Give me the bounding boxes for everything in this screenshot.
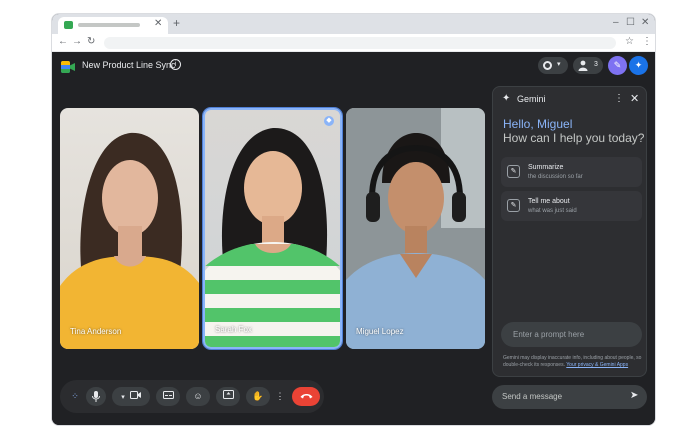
tab-close-icon[interactable]: ✕ bbox=[154, 18, 162, 29]
pen-spark-icon: ✎ bbox=[613, 60, 622, 70]
meet-logo-icon bbox=[61, 61, 75, 73]
emoji-button[interactable]: ☺ bbox=[186, 387, 210, 406]
gemini-spark-icon: ✦ bbox=[502, 93, 511, 104]
record-icon bbox=[543, 61, 552, 70]
participant-name: Miguel Lopez bbox=[356, 327, 404, 336]
mic-button[interactable] bbox=[86, 387, 106, 406]
gemini-panel: ✦ Gemini ⋮ ✕ Hello, Miguel How can I hel… bbox=[492, 86, 647, 377]
emoji-icon: ☺ bbox=[193, 391, 203, 401]
address-bar[interactable] bbox=[104, 37, 616, 49]
more-options-icon[interactable]: ⋮ bbox=[274, 387, 286, 406]
camera-button[interactable]: ▾ bbox=[112, 387, 150, 406]
audio-wave-icon: ⁘ bbox=[71, 391, 79, 401]
chat-input[interactable]: Send a message ➤ bbox=[492, 385, 647, 409]
speaking-indicator-icon: ◆ bbox=[324, 116, 334, 126]
present-button[interactable] bbox=[216, 387, 240, 406]
more-vert-icon[interactable]: ⋮ bbox=[614, 93, 624, 104]
prompt-placeholder: Enter a prompt here bbox=[513, 330, 585, 339]
camera-icon bbox=[129, 391, 141, 399]
participant-video-image bbox=[60, 132, 199, 349]
people-icon bbox=[578, 60, 588, 71]
summarize-icon: ✎ bbox=[507, 165, 520, 178]
browser-window: ✕ + – ☐ ✕ ← → ↻ ☆ ⋮ New Product Line Syn… bbox=[51, 13, 656, 426]
greeting-question: How can I help you today? bbox=[503, 131, 645, 145]
participant-name: Tina Anderson bbox=[70, 327, 122, 336]
mic-icon bbox=[92, 391, 100, 402]
meet-favicon-icon bbox=[64, 21, 73, 29]
participant-video-image bbox=[205, 127, 340, 347]
meeting-title: New Product Line Sync bbox=[82, 60, 176, 70]
record-button[interactable]: ▾ bbox=[538, 57, 568, 74]
suggestion-sub: the discussion so far bbox=[528, 174, 583, 180]
maximize-icon[interactable]: ☐ bbox=[626, 17, 635, 28]
end-call-icon bbox=[300, 394, 312, 399]
gemini-spark-icon: ✦ bbox=[634, 60, 643, 70]
forward-icon[interactable]: → bbox=[72, 36, 82, 47]
chevron-down-icon: ▾ bbox=[557, 61, 561, 68]
tab-title-placeholder bbox=[78, 23, 140, 27]
chevron-down-icon: ▾ bbox=[121, 394, 125, 401]
present-icon bbox=[222, 390, 234, 399]
meet-app: New Product Line Sync i ▾ 3 ✎ ✦ Tina And… bbox=[52, 52, 655, 425]
suggestion-chip-summarize[interactable]: ✎ Summarize the discussion so far bbox=[501, 157, 642, 187]
minimize-icon[interactable]: – bbox=[613, 17, 619, 28]
privacy-link[interactable]: Your privacy & Gemini Apps bbox=[566, 362, 628, 368]
browser-toolbar: ← → ↻ ☆ ⋮ bbox=[52, 34, 655, 52]
raise-hand-button[interactable]: ✋ bbox=[246, 387, 270, 406]
suggestion-label: Summarize bbox=[528, 164, 564, 171]
info-icon[interactable]: i bbox=[170, 59, 181, 70]
prompt-input[interactable]: Enter a prompt here bbox=[501, 322, 642, 347]
close-icon[interactable]: ✕ bbox=[630, 92, 639, 105]
captions-button[interactable] bbox=[156, 387, 180, 406]
reload-icon[interactable]: ↻ bbox=[87, 36, 95, 47]
tab-strip: ✕ + – ☐ ✕ bbox=[52, 14, 655, 34]
summarize-icon: ✎ bbox=[507, 199, 520, 212]
greeting: Hello, Miguel bbox=[503, 117, 573, 131]
participant-video-image bbox=[346, 108, 485, 349]
video-tile-active[interactable]: ◆ Sarah Fox bbox=[203, 108, 342, 349]
participant-name: Sarah Fox bbox=[215, 325, 252, 334]
browser-tab[interactable]: ✕ bbox=[58, 17, 168, 34]
send-icon[interactable]: ➤ bbox=[630, 390, 638, 401]
suggestion-sub: what was just said bbox=[528, 208, 577, 214]
browser-menu-icon[interactable]: ⋮ bbox=[642, 36, 652, 47]
disclaimer: Gemini may display inaccurate info, incl… bbox=[503, 355, 643, 369]
captions-icon bbox=[162, 391, 174, 399]
bookmark-star-icon[interactable]: ☆ bbox=[625, 36, 634, 47]
people-button[interactable]: 3 bbox=[573, 57, 603, 74]
back-icon[interactable]: ← bbox=[58, 36, 68, 47]
panel-title: Gemini bbox=[517, 94, 546, 104]
end-call-button[interactable] bbox=[292, 387, 320, 406]
assist-button[interactable]: ✎ bbox=[608, 56, 627, 75]
new-tab-button[interactable]: + bbox=[173, 16, 180, 30]
chat-placeholder: Send a message bbox=[502, 392, 563, 401]
hand-icon: ✋ bbox=[252, 391, 264, 401]
suggestion-label: Tell me about bbox=[528, 198, 570, 205]
suggestion-chip-tell-me[interactable]: ✎ Tell me about what was just said bbox=[501, 191, 642, 221]
video-tile[interactable]: Tina Anderson bbox=[60, 108, 199, 349]
window-close-icon[interactable]: ✕ bbox=[641, 17, 649, 28]
video-tile[interactable]: Miguel Lopez bbox=[346, 108, 485, 349]
participant-count: 3 bbox=[594, 61, 598, 68]
gemini-button[interactable]: ✦ bbox=[629, 56, 648, 75]
call-controls: ⁘ ▾ ☺ ✋ ⋮ bbox=[60, 380, 324, 413]
